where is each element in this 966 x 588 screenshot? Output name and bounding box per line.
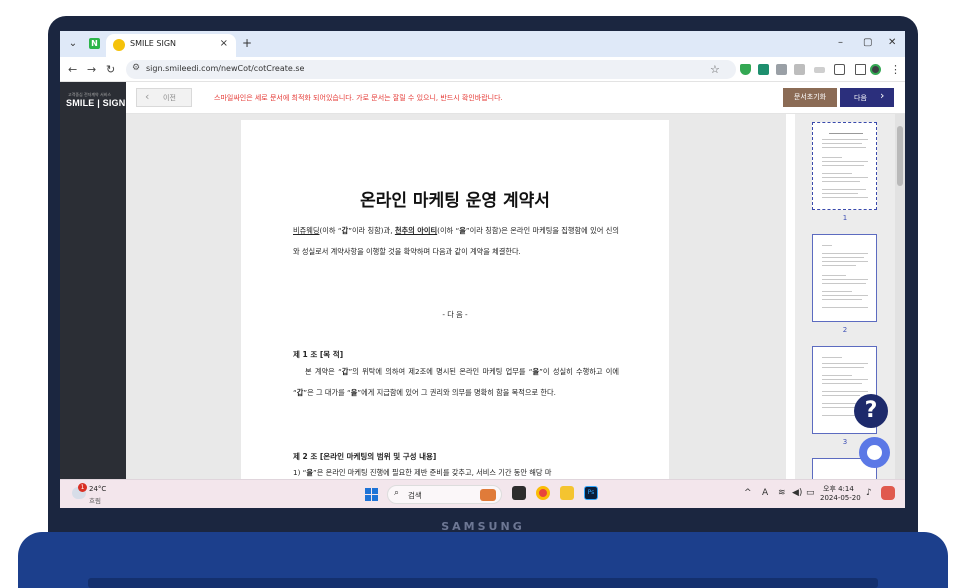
tab-list-icon[interactable]: ⌄ (66, 37, 80, 51)
reset-document-button[interactable]: 문서초기화 (783, 88, 837, 107)
notification-bell-icon[interactable]: ♪ (866, 488, 872, 498)
prev-button[interactable]: ‹ 이전 (136, 88, 192, 107)
bookmark-star-icon[interactable]: ☆ (710, 63, 720, 76)
clock-time[interactable]: 오후 4:14 (823, 484, 854, 494)
tab-title: SMILE SIGN (130, 39, 177, 48)
weather-badge: 1 (78, 483, 87, 492)
maximize-button[interactable]: ▢ (863, 37, 872, 48)
extension-icon-4[interactable] (794, 64, 805, 75)
taskbar-search[interactable]: ⌕ 검색 (387, 485, 502, 504)
laptop-brand-label: SAMSUNG (441, 520, 525, 533)
copilot-icon[interactable] (881, 486, 895, 500)
file-explorer-icon[interactable] (560, 486, 574, 500)
browser-toolbar: ← → ↻ ⚙ sign.smileedi.com/newCot/cotCrea… (60, 57, 905, 82)
chat-icon (867, 445, 882, 460)
logo-text: SMILE | SIGN (66, 98, 126, 108)
thumbnail-scrollbar[interactable] (895, 114, 905, 479)
party-two-name: 천추의 아이티 (394, 226, 438, 235)
search-icon: ⌕ (394, 488, 400, 498)
weather-description: 흐림 (89, 497, 101, 505)
chevron-right-icon: › (880, 89, 885, 102)
photoshop-icon[interactable]: Ps (584, 486, 598, 500)
browser-tab-bar: ⌄ N SMILE SIGN × + – ▢ ✕ (60, 31, 905, 57)
search-highlight-icon (480, 489, 496, 501)
extension-icon-3[interactable] (776, 64, 787, 75)
url-text[interactable]: sign.smileedi.com/newCot/cotCreate.se (146, 64, 304, 73)
article-1-body: 본 계약은 “갑”의 위탁에 의하여 제2조에 명시된 온라인 마케팅 업무를 … (293, 367, 619, 397)
laptop-keyboard-base (18, 532, 948, 588)
weather-temperature: 24°C (89, 485, 107, 493)
input-language-indicator[interactable]: A (762, 488, 768, 498)
document-viewer[interactable]: 온라인 마케팅 운영 계약서 비쥬웨딩(이하 “갑”이라 칭함)과, 천추의 아… (126, 114, 786, 479)
forward-icon[interactable]: → (87, 63, 96, 76)
document-page: 온라인 마케팅 운영 계약서 비쥬웨딩(이하 “갑”이라 칭함)과, 천추의 아… (241, 120, 669, 479)
naver-tab-icon[interactable]: N (89, 38, 100, 49)
side-panel-icon[interactable] (855, 64, 866, 75)
smile-favicon-icon (113, 39, 125, 51)
search-label: 검색 (408, 491, 422, 500)
wifi-icon[interactable]: ≋ (778, 488, 786, 498)
site-info-icon[interactable]: ⚙ (132, 63, 140, 73)
tray-chevron-up-icon[interactable]: ^ (744, 488, 752, 498)
page-number-2[interactable]: 2 (795, 326, 895, 334)
app-sidebar: 고객중심 전자계약 서비스 SMILE | SIGN (60, 82, 126, 479)
help-button[interactable]: ? (854, 394, 888, 428)
back-icon[interactable]: ← (68, 63, 77, 76)
battery-icon[interactable]: ▭ (806, 488, 815, 498)
intro-paragraph: 비쥬웨딩(이하 “갑”이라 칭함)과, 천추의 아이티(이하 “을”이라 칭함)… (293, 226, 619, 256)
page-thumbnail-2[interactable] (812, 234, 877, 322)
address-bar[interactable]: ⚙ sign.smileedi.com/newCot/cotCreate.se (126, 60, 736, 79)
reload-icon[interactable]: ↻ (106, 63, 115, 76)
document-title: 온라인 마케팅 운영 계약서 (360, 191, 550, 211)
volume-icon[interactable]: ◀) (792, 488, 802, 498)
article-1-title: 제 1 조 [목 적] (293, 350, 344, 359)
article-2-body: 1) “을”은 온라인 마케팅 진행에 필요한 제반 준비를 갖추고, 서비스 … (293, 468, 552, 477)
smile-sign-logo[interactable]: 고객중심 전자계약 서비스 SMILE | SIGN (64, 92, 126, 114)
chevron-left-icon: ‹ (145, 90, 150, 103)
extension-icon-2[interactable] (758, 64, 769, 75)
orientation-notice: 스마일싸인은 세로 문서에 최적화 되어있습니다. 가로 문서는 잘릴 수 있으… (214, 94, 503, 102)
next-label: 다음 (854, 94, 867, 102)
windows-start-icon[interactable] (365, 488, 378, 501)
app-header: ‹ 이전 스마일싸인은 세로 문서에 최적화 되어있습니다. 가로 문서는 잘릴… (126, 82, 905, 114)
windows-taskbar: 1 24°C 흐림 ⌕ 검색 Ps ^ A ≋ ◀) ▭ 오후 4:14 202… (60, 479, 905, 508)
article-2-title: 제 2 조 [온라인 마케팅의 범위 및 구성 내용] (293, 452, 437, 461)
party-one-name: 비쥬웨딩 (293, 226, 320, 235)
next-button[interactable]: 다음 › (840, 88, 894, 107)
minimize-button[interactable]: – (838, 37, 843, 48)
clock-date[interactable]: 2024-05-20 (820, 494, 861, 502)
screen: ⌄ N SMILE SIGN × + – ▢ ✕ ← → ↻ ⚙ sign.sm… (60, 31, 905, 508)
page-number-1[interactable]: 1 (795, 214, 895, 222)
thumbnail-scroll-thumb[interactable] (897, 126, 903, 186)
dahum-divider: - 다 음 - (442, 310, 468, 319)
extension-icon-5[interactable] (814, 67, 825, 73)
active-tab[interactable]: SMILE SIGN × (106, 34, 236, 57)
extensions-puzzle-icon[interactable] (834, 64, 845, 75)
menu-dots-icon[interactable]: ⋮ (890, 63, 901, 76)
prev-label: 이전 (163, 94, 176, 102)
close-window-button[interactable]: ✕ (888, 37, 896, 48)
chrome-icon[interactable] (536, 486, 550, 500)
new-tab-button[interactable]: + (242, 36, 252, 50)
tab-close-icon[interactable]: × (220, 38, 228, 49)
task-view-icon[interactable] (512, 486, 526, 500)
shield-extension-icon[interactable] (740, 64, 751, 75)
profile-avatar[interactable] (870, 64, 881, 75)
page-thumbnail-1[interactable] (812, 122, 877, 210)
chat-button[interactable] (859, 437, 890, 468)
